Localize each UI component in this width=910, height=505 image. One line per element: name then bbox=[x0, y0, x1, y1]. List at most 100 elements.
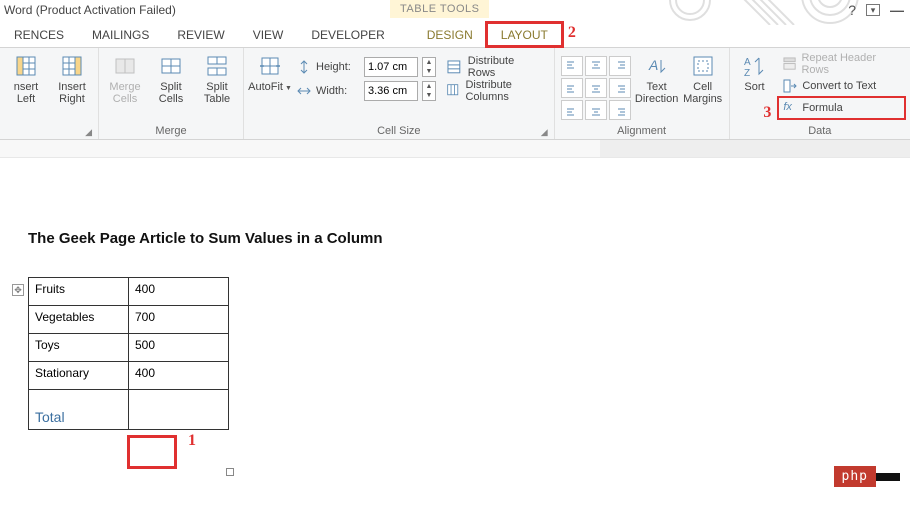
split-table-label: SplitTable bbox=[204, 81, 230, 105]
width-spinner[interactable]: ▲▼ bbox=[422, 81, 436, 101]
formula-label: Formula bbox=[802, 102, 842, 114]
repeat-header-icon bbox=[783, 57, 796, 71]
distribute-rows-button[interactable]: Distribute Rows bbox=[442, 56, 548, 78]
table-row[interactable]: Toys500 bbox=[29, 334, 229, 362]
merge-cells-label: MergeCells bbox=[109, 81, 140, 105]
merge-cells-button: MergeCells bbox=[105, 52, 145, 105]
cell-margins-label: CellMargins bbox=[683, 81, 722, 105]
tab-design[interactable]: DESIGN bbox=[413, 24, 487, 47]
svg-text:Z: Z bbox=[744, 68, 750, 78]
total-value-cell[interactable] bbox=[129, 390, 229, 430]
tab-review[interactable]: REVIEW bbox=[163, 24, 238, 47]
alignment-grid bbox=[561, 52, 631, 120]
data-group-label: Data bbox=[736, 125, 904, 139]
align-mid-right[interactable] bbox=[609, 78, 631, 98]
text-direction-icon: A bbox=[645, 54, 669, 78]
annotation-number-2: 2 bbox=[568, 24, 576, 47]
split-cells-button[interactable]: SplitCells bbox=[151, 52, 191, 105]
tab-references[interactable]: RENCES bbox=[0, 24, 78, 47]
watermark-text-b bbox=[876, 473, 900, 481]
sort-icon: AZ bbox=[742, 54, 766, 78]
distribute-columns-label: Distribute Columns bbox=[465, 79, 543, 103]
row-label[interactable]: Fruits bbox=[29, 278, 129, 306]
row-label[interactable]: Vegetables bbox=[29, 306, 129, 334]
align-top-left[interactable] bbox=[561, 56, 583, 76]
insert-left-label: nsertLeft bbox=[14, 81, 38, 105]
row-label[interactable]: Toys bbox=[29, 334, 129, 362]
autofit-icon bbox=[258, 54, 282, 78]
horizontal-ruler[interactable] bbox=[0, 140, 910, 158]
insert-right-label: InsertRight bbox=[58, 81, 86, 105]
ribbon: nsertLeft InsertRight ◢ MergeCells Split… bbox=[0, 48, 910, 140]
tab-developer[interactable]: DEVELOPER bbox=[297, 24, 398, 47]
svg-text:A: A bbox=[744, 57, 751, 68]
row-value[interactable]: 400 bbox=[129, 278, 229, 306]
width-icon bbox=[296, 83, 312, 99]
align-top-center[interactable] bbox=[585, 56, 607, 76]
insert-left-button[interactable]: nsertLeft bbox=[6, 52, 46, 105]
text-direction-label: TextDirection bbox=[635, 81, 678, 105]
tab-view[interactable]: VIEW bbox=[239, 24, 298, 47]
data-table[interactable]: Fruits400Vegetables700Toys500Stationary4… bbox=[28, 277, 229, 430]
align-top-right[interactable] bbox=[609, 56, 631, 76]
watermark-text-a: php bbox=[834, 466, 876, 487]
insert-left-icon bbox=[14, 54, 38, 78]
autofit-button[interactable]: AutoFit▼ bbox=[250, 52, 290, 95]
table-resize-handle-icon[interactable] bbox=[226, 468, 234, 476]
height-label: Height: bbox=[316, 61, 360, 73]
row-value[interactable]: 400 bbox=[129, 362, 229, 390]
split-table-button[interactable]: SplitTable bbox=[197, 52, 237, 105]
total-label[interactable]: Total bbox=[29, 390, 129, 430]
minimize-icon[interactable]: — bbox=[890, 2, 904, 18]
autofit-label: AutoFit▼ bbox=[248, 81, 292, 95]
cell-size-group-label: Cell Size◢ bbox=[250, 125, 548, 139]
height-spinner[interactable]: ▲▼ bbox=[422, 57, 436, 77]
contextual-tab-label: TABLE TOOLS bbox=[390, 0, 489, 18]
merge-group-label: Merge bbox=[105, 125, 237, 139]
sort-button[interactable]: AZ Sort bbox=[736, 52, 774, 93]
dialog-launcher-icon[interactable]: ◢ bbox=[85, 127, 92, 138]
text-direction-button[interactable]: A TextDirection bbox=[637, 52, 677, 105]
tab-layout[interactable]: LAYOUT bbox=[487, 24, 562, 47]
insert-right-button[interactable]: InsertRight bbox=[52, 52, 92, 105]
formula-button[interactable]: fx Formula bbox=[779, 98, 904, 118]
distribute-rows-label: Distribute Rows bbox=[468, 55, 544, 79]
dialog-launcher-icon[interactable]: ◢ bbox=[541, 127, 548, 138]
document-area[interactable]: The Geek Page Article to Sum Values in a… bbox=[0, 158, 910, 430]
align-bot-center[interactable] bbox=[585, 100, 607, 120]
height-input[interactable] bbox=[364, 57, 418, 77]
align-mid-left[interactable] bbox=[561, 78, 583, 98]
help-icon[interactable]: ? bbox=[848, 2, 856, 18]
sort-label: Sort bbox=[744, 81, 764, 93]
annotation-number-3: 3 bbox=[763, 104, 771, 122]
distribute-rows-icon bbox=[446, 59, 462, 75]
table-row[interactable]: Fruits400 bbox=[29, 278, 229, 306]
table-move-handle-icon[interactable]: ✥ bbox=[12, 284, 24, 296]
row-value[interactable]: 500 bbox=[129, 334, 229, 362]
convert-to-text-icon bbox=[783, 79, 797, 93]
align-bot-left[interactable] bbox=[561, 100, 583, 120]
ribbon-tabs: RENCES MAILINGS REVIEW VIEW DEVELOPER DE… bbox=[0, 24, 910, 48]
distribute-columns-button[interactable]: Distribute Columns bbox=[442, 80, 548, 102]
split-table-icon bbox=[205, 54, 229, 78]
table-row[interactable]: Vegetables700 bbox=[29, 306, 229, 334]
alignment-group-label: Alignment bbox=[561, 125, 723, 139]
tab-layout-label: LAYOUT bbox=[501, 28, 548, 42]
convert-to-text-label: Convert to Text bbox=[802, 80, 876, 92]
ribbon-display-icon[interactable]: ▾ bbox=[866, 4, 880, 16]
split-cells-label: SplitCells bbox=[159, 81, 183, 105]
row-value[interactable]: 700 bbox=[129, 306, 229, 334]
table-row[interactable]: Stationary400 bbox=[29, 362, 229, 390]
insert-right-icon bbox=[60, 54, 84, 78]
cell-margins-button[interactable]: CellMargins bbox=[683, 52, 723, 105]
width-label: Width: bbox=[316, 85, 360, 97]
convert-to-text-button[interactable]: Convert to Text bbox=[779, 76, 904, 96]
align-bot-right[interactable] bbox=[609, 100, 631, 120]
width-input[interactable] bbox=[364, 81, 418, 101]
table-row-total[interactable]: Total bbox=[29, 390, 229, 430]
annotation-number-1: 1 bbox=[188, 432, 196, 450]
align-mid-center[interactable] bbox=[585, 78, 607, 98]
tab-mailings[interactable]: MAILINGS bbox=[78, 24, 163, 47]
row-label[interactable]: Stationary bbox=[29, 362, 129, 390]
title-bar: Word (Product Activation Failed) TABLE T… bbox=[0, 0, 910, 24]
